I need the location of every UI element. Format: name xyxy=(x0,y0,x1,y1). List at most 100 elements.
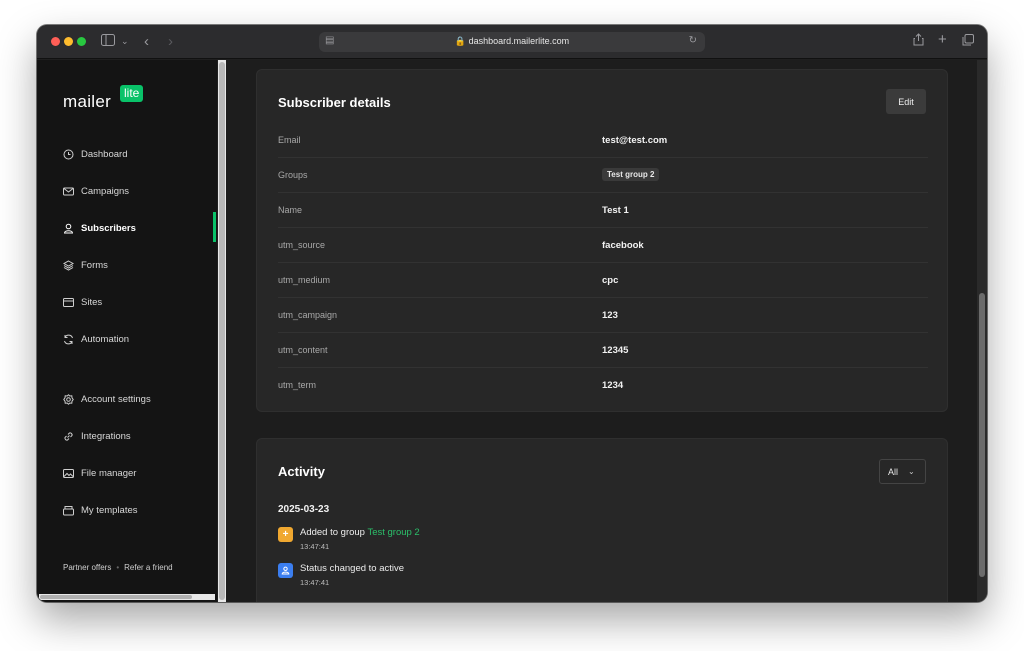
event-time: 13:47:41 xyxy=(300,578,330,587)
group-link[interactable]: Test group 2 xyxy=(367,527,419,538)
subscriber-details-title: Subscriber details xyxy=(278,95,391,110)
activity-event-text: Added to group Test group 2 xyxy=(300,527,420,538)
sidebar-item-label: Campaigns xyxy=(81,185,130,197)
chevron-down-icon: ⌄ xyxy=(908,467,915,476)
detail-key: utm_campaign xyxy=(278,310,338,320)
detail-key: Email xyxy=(278,135,301,145)
main-vertical-scrollbar[interactable] xyxy=(977,60,987,602)
detail-key: Groups xyxy=(278,170,308,180)
detail-key: Name xyxy=(278,205,303,215)
refresh-icon xyxy=(63,334,74,345)
sidebar-footer: Partner offers • Refer a friend xyxy=(63,563,173,572)
sidebar-item-label: My templates xyxy=(81,504,138,516)
sidebar-horizontal-scrollbar[interactable] xyxy=(39,594,215,600)
sidebar-item-label: Sites xyxy=(81,296,103,308)
detail-row-utm-campaign: utm_campaign 123 xyxy=(278,298,928,333)
envelope-icon xyxy=(63,186,74,197)
scrollbar-thumb[interactable] xyxy=(40,595,192,599)
detail-row-name: Name Test 1 xyxy=(278,193,928,228)
share-icon[interactable] xyxy=(913,33,924,50)
logo-word: mailer xyxy=(63,92,112,111)
refer-a-friend-link[interactable]: Refer a friend xyxy=(124,563,172,572)
tab-overview-icon[interactable] xyxy=(962,33,974,50)
detail-key: utm_term xyxy=(278,380,317,390)
gear-icon xyxy=(63,393,74,405)
link-icon xyxy=(63,431,74,442)
sidebar-item-label: Integrations xyxy=(81,430,131,442)
browser-window: ⌄ ‹ › ▤ 🔒 dashboard.mailerlite.com ↻ + m… xyxy=(37,25,987,602)
sidebar-item-automation[interactable]: Automation xyxy=(63,331,129,347)
browser-icon xyxy=(63,297,74,308)
sidebar-item-label: Subscribers xyxy=(81,222,136,234)
sidebar-vertical-scrollbar[interactable] xyxy=(218,60,226,602)
main-content: Subscriber details Edit Email test@test.… xyxy=(226,60,987,602)
sidebar-item-label: Dashboard xyxy=(81,148,128,160)
group-tag[interactable]: Test group 2 xyxy=(602,168,660,181)
filter-selected-value: All xyxy=(888,466,899,477)
partner-offers-link[interactable]: Partner offers xyxy=(63,563,111,572)
sidebar-item-label: Forms xyxy=(81,259,108,271)
minimize-window-button[interactable] xyxy=(64,37,73,46)
template-icon xyxy=(63,505,74,516)
chevron-down-icon[interactable]: ⌄ xyxy=(121,33,129,50)
sidebar-item-label: Automation xyxy=(81,333,130,345)
event-time: 13:47:41 xyxy=(300,542,330,551)
active-nav-indicator xyxy=(213,212,216,242)
scrollbar-thumb[interactable] xyxy=(979,293,985,577)
detail-value: cpc xyxy=(602,275,619,286)
event-description: Status changed to active xyxy=(300,563,405,574)
sidebar-item-file-manager[interactable]: File manager xyxy=(63,465,136,481)
sidebar-item-account-settings[interactable]: Account settings xyxy=(63,391,151,407)
detail-key: utm_source xyxy=(278,240,326,250)
detail-row-utm-medium: utm_medium cpc xyxy=(278,263,928,298)
sidebar-item-dashboard[interactable]: Dashboard xyxy=(63,146,127,162)
forward-icon[interactable]: › xyxy=(168,33,173,50)
sidebar-item-integrations[interactable]: Integrations xyxy=(63,428,131,444)
sidebar-item-subscribers[interactable]: Subscribers xyxy=(63,220,136,236)
new-tab-icon[interactable]: + xyxy=(938,31,947,48)
close-window-button[interactable] xyxy=(51,37,60,46)
person-status-icon xyxy=(278,563,293,578)
detail-value: Test 1 xyxy=(602,205,629,216)
event-description: Added to group xyxy=(300,527,368,538)
detail-value: facebook xyxy=(602,240,644,251)
detail-value: 1234 xyxy=(602,380,624,391)
url-text: 🔒 dashboard.mailerlite.com xyxy=(454,36,570,46)
detail-row-email: Email test@test.com xyxy=(278,123,928,158)
browser-toolbar: ⌄ ‹ › ▤ 🔒 dashboard.mailerlite.com ↻ + xyxy=(37,25,987,59)
detail-row-utm-term: utm_term 1234 xyxy=(278,368,928,403)
sidebar-toggle-icon[interactable] xyxy=(101,33,115,50)
maximize-window-button[interactable] xyxy=(77,37,86,46)
scrollbar-thumb[interactable] xyxy=(219,62,225,600)
activity-filter-dropdown[interactable]: All ⌄ xyxy=(879,459,926,484)
edit-button[interactable]: Edit xyxy=(886,89,926,114)
sidebar-item-label: File manager xyxy=(81,467,137,479)
user-icon xyxy=(63,223,74,234)
plus-icon: + xyxy=(278,527,293,542)
sidebar-item-forms[interactable]: Forms xyxy=(62,257,108,273)
detail-row-utm-source: utm_source facebook xyxy=(278,228,928,263)
image-icon xyxy=(63,468,74,479)
clock-icon xyxy=(63,149,74,160)
activity-title: Activity xyxy=(278,464,325,479)
sidebar-item-label: Account settings xyxy=(81,393,151,405)
detail-value: 123 xyxy=(602,310,618,321)
subscriber-details-card: Subscriber details Edit Email test@test.… xyxy=(256,69,948,412)
detail-row-groups: Groups Test group 2 xyxy=(278,158,928,193)
url-label: dashboard.mailerlite.com xyxy=(468,36,570,46)
sidebar-item-campaigns[interactable]: Campaigns xyxy=(63,183,129,199)
layers-icon xyxy=(62,259,75,271)
activity-card: Activity All ⌄ 2025-03-23 + Added to gro… xyxy=(256,438,948,602)
back-icon[interactable]: ‹ xyxy=(144,33,149,50)
detail-key: utm_medium xyxy=(278,275,331,285)
address-bar[interactable]: ▤ 🔒 dashboard.mailerlite.com ↻ xyxy=(319,32,705,52)
detail-key: utm_content xyxy=(278,345,328,355)
logo-badge: lite xyxy=(120,85,144,102)
reload-icon[interactable]: ↻ xyxy=(689,35,697,46)
detail-value: test@test.com xyxy=(602,135,668,146)
sidebar-item-sites[interactable]: Sites xyxy=(63,294,102,310)
sidebar-item-my-templates[interactable]: My templates xyxy=(63,502,138,518)
detail-value: 12345 xyxy=(602,345,629,356)
detail-row-utm-content: utm_content 12345 xyxy=(278,333,928,368)
activity-date: 2025-03-23 xyxy=(278,504,330,515)
